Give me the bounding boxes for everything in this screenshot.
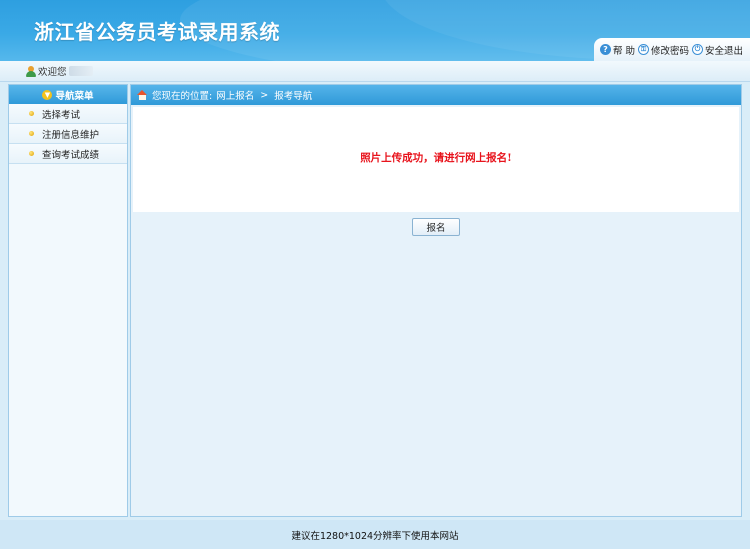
button-row: 报名 bbox=[131, 213, 741, 241]
bullet-icon bbox=[29, 111, 34, 116]
user-icon bbox=[26, 65, 36, 77]
sidebar-header: ▼ 导航菜单 bbox=[9, 85, 127, 104]
change-password-link[interactable]: ⚿ 修改密码 bbox=[638, 43, 689, 57]
help-label: 帮 助 bbox=[613, 45, 636, 57]
status-message: 照片上传成功，请进行网上报名! bbox=[360, 152, 512, 164]
bullet-icon bbox=[29, 151, 34, 156]
home-icon bbox=[137, 90, 148, 100]
sidebar-title: 导航菜单 bbox=[55, 90, 94, 102]
sidebar-item-registration-info[interactable]: 注册信息维护 bbox=[9, 124, 127, 144]
breadcrumb-level1: 网上报名 bbox=[216, 91, 255, 102]
welcome-text: 欢迎您 bbox=[38, 67, 67, 78]
breadcrumb-prefix: 您现在的位置: bbox=[152, 91, 213, 102]
register-button[interactable]: 报名 bbox=[412, 218, 460, 236]
message-panel: 照片上传成功，请进行网上报名! bbox=[133, 107, 739, 212]
change-password-label: 修改密码 bbox=[651, 45, 690, 57]
top-links-bar: ? 帮 助 ⚿ 修改密码 ⏻ 安全退出 bbox=[594, 38, 750, 61]
resolution-note: 建议在1280*1024分辨率下使用本网站 bbox=[291, 530, 459, 542]
sidebar-item-select-exam[interactable]: 选择考试 bbox=[9, 104, 127, 124]
welcome-bar: 欢迎您 bbox=[0, 61, 750, 82]
power-icon: ⏻ bbox=[692, 44, 704, 55]
breadcrumb: 您现在的位置: 网上报名 > 报考导航 bbox=[131, 85, 741, 105]
logout-link[interactable]: ⏻ 安全退出 bbox=[692, 43, 743, 57]
sidebar-item-label: 注册信息维护 bbox=[42, 129, 100, 141]
sidebar-nav: ▼ 导航菜单 选择考试 注册信息维护 查询考试成绩 bbox=[8, 84, 128, 517]
help-icon: ? bbox=[600, 44, 611, 55]
blurred-username bbox=[68, 66, 93, 76]
sidebar-item-query-scores[interactable]: 查询考试成绩 bbox=[9, 144, 127, 164]
chevron-down-icon: ▼ bbox=[42, 89, 53, 100]
logout-label: 安全退出 bbox=[705, 45, 744, 57]
app-header: 浙江省公务员考试录用系统 ? 帮 助 ⚿ 修改密码 ⏻ 安全退出 bbox=[0, 0, 750, 61]
sidebar-item-label: 选择考试 bbox=[42, 109, 81, 121]
key-icon: ⚿ bbox=[638, 44, 650, 55]
system-title: 浙江省公务员考试录用系统 bbox=[34, 20, 280, 44]
footer: 建议在1280*1024分辨率下使用本网站 bbox=[0, 520, 750, 549]
breadcrumb-level2: 报考导航 bbox=[274, 91, 313, 102]
help-link[interactable]: ? 帮 助 bbox=[600, 43, 635, 57]
breadcrumb-separator: > bbox=[260, 89, 269, 101]
bullet-icon bbox=[29, 131, 34, 136]
sidebar-item-label: 查询考试成绩 bbox=[42, 149, 100, 161]
main-content: 您现在的位置: 网上报名 > 报考导航 照片上传成功，请进行网上报名! 报名 bbox=[130, 84, 742, 517]
